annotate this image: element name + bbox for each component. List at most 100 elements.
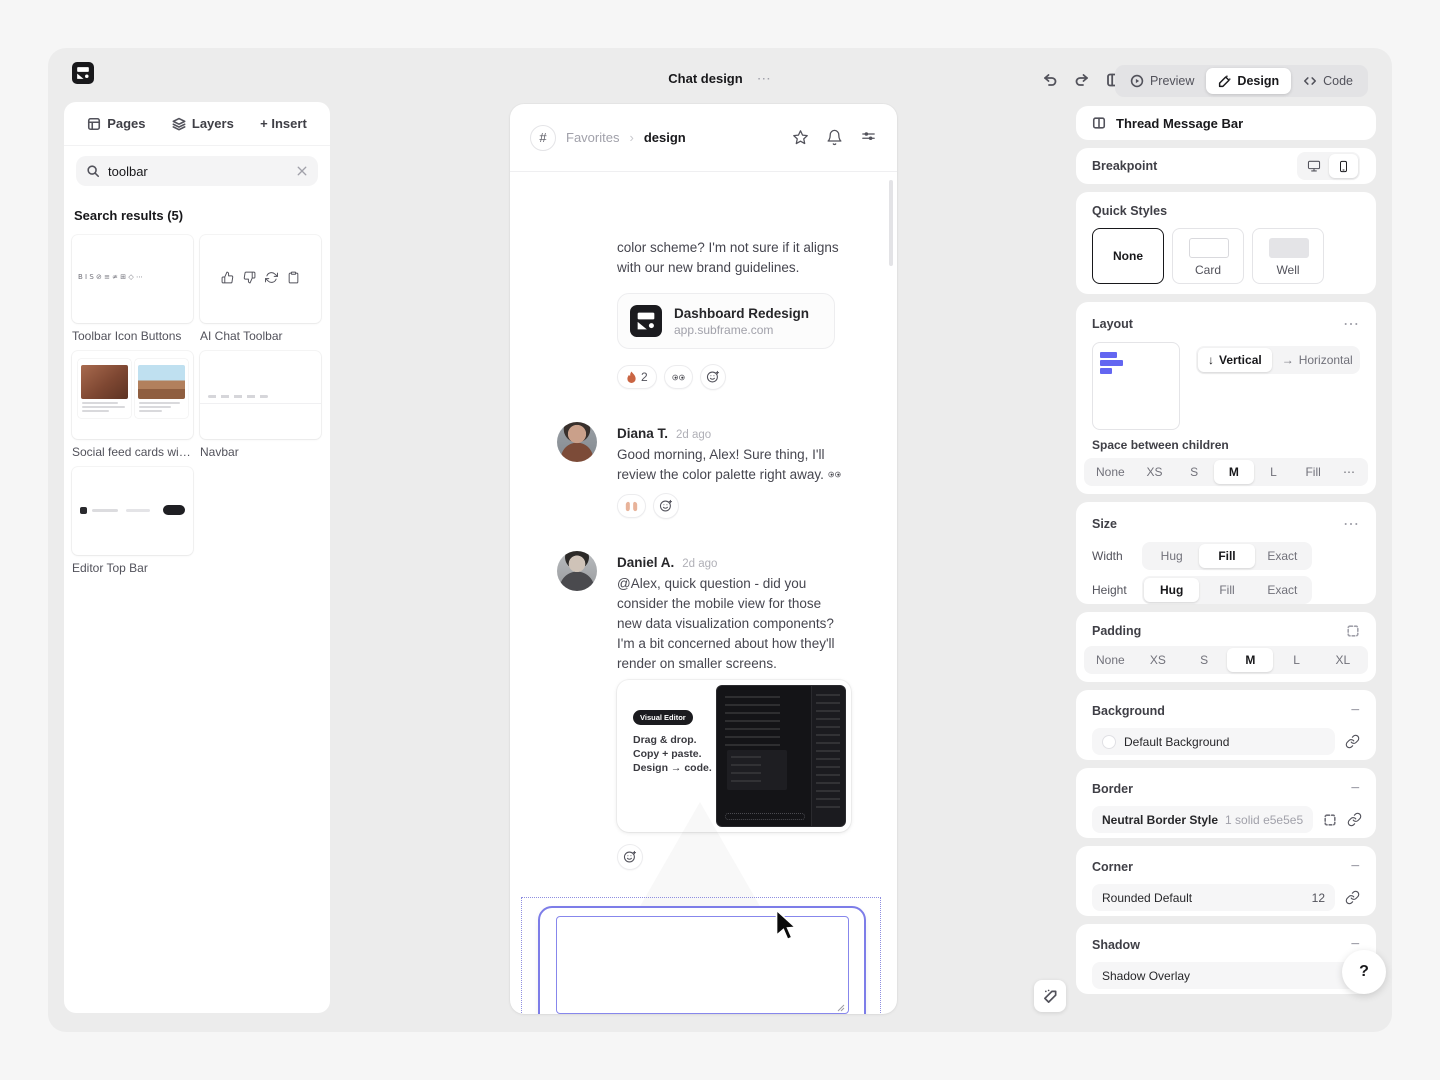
search-results-grid: B I S ⊘ ≡ ≄ ⊞ ◇ ⋯ Toolbar Icon Buttons A… <box>64 235 330 575</box>
result-thumbnail-social-feed-cards[interactable] <box>72 351 193 439</box>
tab-pages[interactable]: Pages <box>87 116 145 131</box>
height-options: Hug Fill Exact <box>1142 576 1312 604</box>
fire-reaction-pill[interactable]: 2 <box>617 365 657 389</box>
result-thumbnail-ai-chat-toolbar[interactable] <box>200 235 321 323</box>
app-window: Chat design ⋯ Preview Design Code <box>48 48 1392 1032</box>
space-option[interactable]: XS <box>1135 460 1175 484</box>
breakpoint-mobile-button[interactable] <box>1329 154 1358 178</box>
space-option[interactable]: Fill <box>1293 460 1333 484</box>
width-label: Width <box>1092 549 1134 563</box>
padding-option[interactable]: M <box>1227 648 1273 672</box>
link-token-icon[interactable] <box>1347 812 1362 827</box>
width-fill[interactable]: Fill <box>1199 544 1254 568</box>
quick-style-well[interactable]: Well <box>1252 228 1324 284</box>
collapse-icon[interactable]: − <box>1351 780 1360 798</box>
reactions-row <box>617 493 679 519</box>
space-option[interactable]: None <box>1086 460 1135 484</box>
result-thumbnail-editor-top-bar[interactable] <box>72 467 193 555</box>
collapse-icon[interactable]: − <box>1351 858 1360 876</box>
link-token-icon[interactable] <box>1345 890 1360 905</box>
width-hug[interactable]: Hug <box>1144 544 1199 568</box>
tab-code[interactable]: Code <box>1291 68 1365 94</box>
resize-handle-icon[interactable] <box>837 1004 845 1012</box>
padding-option[interactable]: XS <box>1135 648 1181 672</box>
size-more-icon[interactable]: ⋯ <box>1343 514 1360 534</box>
direction-vertical-button[interactable]: ↓Vertical <box>1198 348 1272 372</box>
list-item[interactable]: Editor Top Bar <box>72 467 193 575</box>
filter-sliders-icon[interactable] <box>860 129 877 146</box>
layout-section: Layout ⋯ ↓Vertical →Horizontal Space bet… <box>1076 302 1376 494</box>
border-sides-icon[interactable] <box>1323 813 1337 827</box>
clear-search-icon[interactable] <box>296 165 308 177</box>
collapse-icon[interactable]: − <box>1351 702 1360 720</box>
tab-insert[interactable]: + Insert <box>260 116 307 131</box>
result-thumbnail-toolbar-icon-buttons[interactable]: B I S ⊘ ≡ ≄ ⊞ ◇ ⋯ <box>72 235 193 323</box>
breakpoint-desktop-button[interactable] <box>1299 154 1329 178</box>
undo-button[interactable] <box>1038 68 1062 92</box>
shadow-token-row[interactable]: Shadow Overlay <box>1092 962 1360 989</box>
tab-layers[interactable]: Layers <box>172 116 234 131</box>
padding-option[interactable]: None <box>1086 648 1135 672</box>
message-header: Diana T.2d ago <box>617 424 711 445</box>
chat-messages: color scheme? I'm not sure if it aligns … <box>510 172 897 1014</box>
padding-option[interactable]: S <box>1181 648 1227 672</box>
height-label: Height <box>1092 583 1134 597</box>
background-token-row[interactable]: Default Background <box>1092 728 1335 755</box>
magic-wand-button[interactable] <box>1034 980 1066 1012</box>
search-input[interactable]: toolbar <box>76 156 318 186</box>
link-token-icon[interactable] <box>1345 734 1360 749</box>
space-more-icon[interactable]: ⋯ <box>1333 460 1366 484</box>
tab-preview[interactable]: Preview <box>1118 68 1206 94</box>
eyes-icon <box>672 373 685 382</box>
list-item[interactable]: AI Chat Toolbar <box>200 235 321 343</box>
direction-horizontal-button[interactable]: →Horizontal <box>1272 348 1363 372</box>
avatar[interactable] <box>557 551 597 591</box>
message-input[interactable] <box>556 916 849 1014</box>
help-button[interactable]: ? <box>1342 950 1386 994</box>
layout-more-icon[interactable]: ⋯ <box>1343 314 1360 334</box>
add-reaction-button[interactable] <box>653 493 679 519</box>
space-option[interactable]: L <box>1254 460 1294 484</box>
breadcrumb-chevron-icon: › <box>629 130 633 145</box>
breakpoint-section: Breakpoint <box>1076 148 1376 184</box>
redo-button[interactable] <box>1070 68 1094 92</box>
space-option[interactable]: M <box>1214 460 1254 484</box>
link-preview-card[interactable]: Dashboard Redesign app.subframe.com <box>617 293 835 349</box>
breadcrumb-current[interactable]: design <box>644 130 686 145</box>
quick-style-card[interactable]: Card <box>1172 228 1244 284</box>
result-thumbnail-navbar[interactable] <box>200 351 321 439</box>
avatar[interactable] <box>557 422 597 462</box>
thread-message-bar-component[interactable]: @ <box>538 906 866 1014</box>
add-reaction-button[interactable] <box>700 364 726 390</box>
title-menu-icon[interactable]: ⋯ <box>757 70 772 87</box>
quick-style-none[interactable]: None <box>1092 228 1164 284</box>
height-hug[interactable]: Hug <box>1144 578 1199 602</box>
message-text: review the color palette right away. <box>617 465 841 485</box>
component-header: Thread Message Bar <box>1076 106 1376 140</box>
star-icon[interactable] <box>792 129 809 146</box>
raised-hands-reaction-pill[interactable] <box>617 494 646 518</box>
list-item[interactable]: B I S ⊘ ≡ ≄ ⊞ ◇ ⋯ Toolbar Icon Buttons <box>72 235 193 343</box>
height-fill[interactable]: Fill <box>1199 578 1254 602</box>
visual-editor-badge: Visual Editor <box>633 710 693 725</box>
padding-option[interactable]: XL <box>1320 648 1366 672</box>
tab-design[interactable]: Design <box>1206 68 1291 94</box>
mouse-cursor <box>773 908 799 946</box>
eyes-reaction-pill[interactable] <box>664 365 693 389</box>
chat-scrollbar[interactable] <box>889 180 893 266</box>
height-exact[interactable]: Exact <box>1255 578 1310 602</box>
bell-icon[interactable] <box>826 129 843 146</box>
component-title: Thread Message Bar <box>1116 116 1243 131</box>
list-item[interactable]: Social feed cards with... <box>72 351 193 459</box>
fire-icon <box>626 371 637 384</box>
padding-sides-icon[interactable] <box>1346 624 1360 638</box>
corner-token-row[interactable]: Rounded Default 12 <box>1092 884 1335 911</box>
message-text: render on smaller screens. <box>617 654 777 674</box>
width-exact[interactable]: Exact <box>1255 544 1310 568</box>
list-item[interactable]: Navbar <box>200 351 321 459</box>
subframe-logo-icon <box>630 305 662 337</box>
breadcrumb-parent[interactable]: Favorites <box>566 130 619 145</box>
padding-option[interactable]: L <box>1273 648 1319 672</box>
space-option[interactable]: S <box>1174 460 1214 484</box>
border-token-row[interactable]: Neutral Border Style 1 solid e5e5e5 <box>1092 806 1313 833</box>
